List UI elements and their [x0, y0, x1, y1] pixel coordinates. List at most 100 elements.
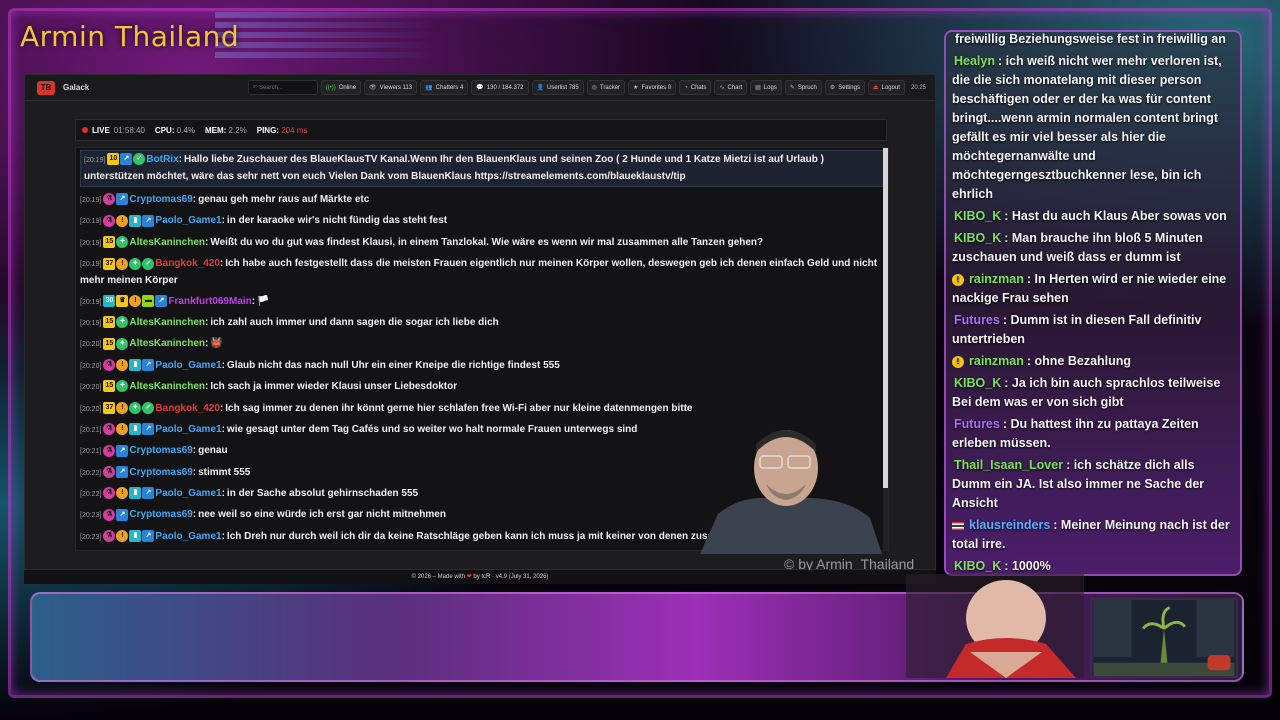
nav-button-label: Logs	[763, 84, 777, 91]
search-icon: ⌕	[252, 84, 256, 90]
user-badge-icon: ↗	[120, 153, 133, 166]
chat-message-text: genau geh mehr raus auf Märkte etc	[198, 194, 370, 205]
nav-button-group: ((•)) Online 👁 Viewers 113 👥 Chatters 4 💬 130 /…	[320, 80, 905, 95]
chat-username[interactable]: Cryptomas69	[129, 467, 192, 478]
coin-badge-icon: !	[952, 273, 964, 286]
nav-button-chats[interactable]: ◔ Chats	[679, 80, 712, 95]
nav-button-130[interactable]: 💬 130 / 184.372	[471, 80, 529, 95]
user-badge-icon: 30	[103, 294, 116, 307]
chat-message: [20:20] 15 ✦ AltesKaninchen: Ich sach ja imm…	[80, 378, 884, 397]
nav-button-tracker[interactable]: ◎ Tracker	[586, 80, 626, 95]
message-timestamp: [20:19]	[80, 218, 102, 226]
user-badge-icon: 37	[103, 401, 116, 414]
user-badge-icon: 15	[103, 316, 116, 329]
live-indicator-icon	[82, 127, 88, 133]
chat-username[interactable]: Frankfurt069Main	[168, 296, 251, 307]
chat-username[interactable]: Bangkok_420	[155, 403, 219, 414]
nav-button-label: Favorites 0	[641, 84, 672, 91]
chat-username[interactable]: Paolo_Game1	[155, 360, 221, 371]
coin-badge-icon: !	[952, 355, 964, 368]
footer-prefix: © 2026 – Made with	[411, 574, 466, 580]
nav-button-logs[interactable]: ▤ Logs	[750, 80, 782, 95]
logs-icon: ▤	[755, 85, 761, 91]
user-badge-icon: 37	[103, 257, 116, 270]
username-separator: :	[221, 530, 225, 542]
user-badge-icon: ⚗	[103, 444, 116, 457]
chat-message-text: 🏳️	[257, 295, 270, 307]
user-badge-icon: ✦	[116, 236, 129, 249]
flag-badge-icon	[952, 521, 964, 530]
nav-button-viewers[interactable]: 👁 Viewers 113	[364, 80, 418, 95]
username-separator: :	[219, 258, 224, 270]
third-webcam-room	[1090, 598, 1238, 678]
user-badge-icon: ▬	[142, 294, 155, 307]
user-badge-icon: ⚗	[103, 466, 116, 479]
nav-button-logout[interactable]: ⏏ Logout	[867, 80, 905, 95]
nav-button-online[interactable]: ((•)) Online	[320, 80, 362, 95]
clock: 20:25	[910, 84, 926, 91]
app-logo-icon[interactable]: TB	[37, 80, 55, 95]
message-timestamp: [20:19]	[80, 319, 102, 327]
username-separator: :	[221, 423, 225, 435]
user-badge-icon: ✦	[116, 337, 129, 350]
nav-button-settings[interactable]: ⚙ Settings	[824, 80, 865, 95]
user-badge-icon: ↗	[116, 193, 129, 206]
username-separator: :	[205, 338, 209, 350]
username-separator: :	[192, 445, 197, 457]
user-badge-icon: ⚗	[103, 508, 116, 521]
nav-button-favorites[interactable]: ★ Favorites 0	[628, 80, 677, 95]
chat-username[interactable]: Paolo_Game1	[155, 488, 221, 499]
overlay-username: Futures	[954, 313, 1000, 327]
user-badge-icon: ▮	[129, 359, 142, 372]
overlay-username: KIBO_K	[954, 559, 1002, 573]
chat-username[interactable]: Cryptomas69	[129, 509, 192, 520]
overlay-username: rainzman	[969, 272, 1024, 286]
overlay-chat-message: KIBO_K: Hast du auch Klaus Aber sowas vo…	[952, 207, 1234, 226]
nav-button-label: Spruch	[797, 84, 817, 91]
chat-message-text: stimmt 555	[198, 466, 251, 478]
overlay-username: klausreinders	[969, 518, 1051, 532]
chat-username[interactable]: AltesKaninchen	[129, 317, 205, 328]
nav-button-chatters[interactable]: 👥 Chatters 4	[420, 80, 469, 95]
chat-username[interactable]: AltesKaninchen	[129, 381, 205, 392]
nav-button-userlist[interactable]: 👤 Userlist 785	[531, 80, 584, 95]
chat-message: [20:19] 15 ✦ AltesKaninchen: ich zahl auch i…	[80, 314, 884, 333]
user-badge-icon: !	[116, 401, 129, 414]
overlay-username: KIBO_K	[954, 231, 1002, 245]
chat-username[interactable]: Cryptomas69	[129, 194, 192, 205]
second-webcam-person	[906, 574, 1084, 678]
user-badge-icon: !	[116, 214, 129, 227]
nav-button-chart[interactable]: ∿ Chart	[714, 80, 748, 95]
search-input[interactable]	[258, 84, 309, 91]
username-separator: :	[192, 509, 197, 521]
chat-message-text: Ich sach ja immer wieder Klausi unser Li…	[210, 381, 458, 393]
message-timestamp: [20:19]	[80, 261, 102, 269]
nav-button-label: Settings	[838, 84, 860, 91]
chat-username[interactable]: Paolo_Game1	[155, 215, 221, 226]
ping-label: PING:	[256, 125, 279, 135]
overlay-chat-message: Futures: Dumm ist in diesen Fall definit…	[952, 311, 1234, 349]
user-badge-icon: ✓	[142, 257, 155, 270]
username-separator: :	[205, 316, 209, 328]
chat-username[interactable]: Cryptomas69	[129, 445, 192, 456]
chat-icon: 💬	[476, 85, 484, 91]
chat-username[interactable]: AltesKaninchen	[129, 338, 205, 349]
scrollbar-thumb[interactable]	[883, 148, 888, 488]
user-badge-icon: ⚗	[103, 487, 116, 500]
user-badge-icon: ↗	[142, 214, 155, 227]
chat-scrollbar[interactable]	[883, 148, 888, 550]
chat-username[interactable]: Paolo_Game1	[155, 531, 221, 542]
chat-message-text: in der karaoke wir's nicht fündig das st…	[226, 215, 448, 227]
username-separator: :	[251, 295, 256, 307]
chat-username[interactable]: AltesKaninchen	[129, 237, 205, 248]
overlay-chat-message: KIBO_K: Man brauche ihn bloß 5 Minuten z…	[952, 229, 1234, 267]
message-timestamp: [20:19]	[80, 298, 102, 306]
chat-username[interactable]: BotRix	[146, 154, 178, 165]
nav-button-spruch[interactable]: ✎ Spruch	[784, 80, 822, 95]
search-box[interactable]: ⌕	[247, 80, 318, 95]
chat-username[interactable]: Paolo_Game1	[155, 424, 221, 435]
user-badge-icon: ✦	[116, 380, 129, 393]
cpu-value: 0.4%	[176, 125, 195, 135]
chat-username[interactable]: Bangkok_420	[155, 258, 219, 269]
message-timestamp: [20:23]	[80, 512, 102, 520]
